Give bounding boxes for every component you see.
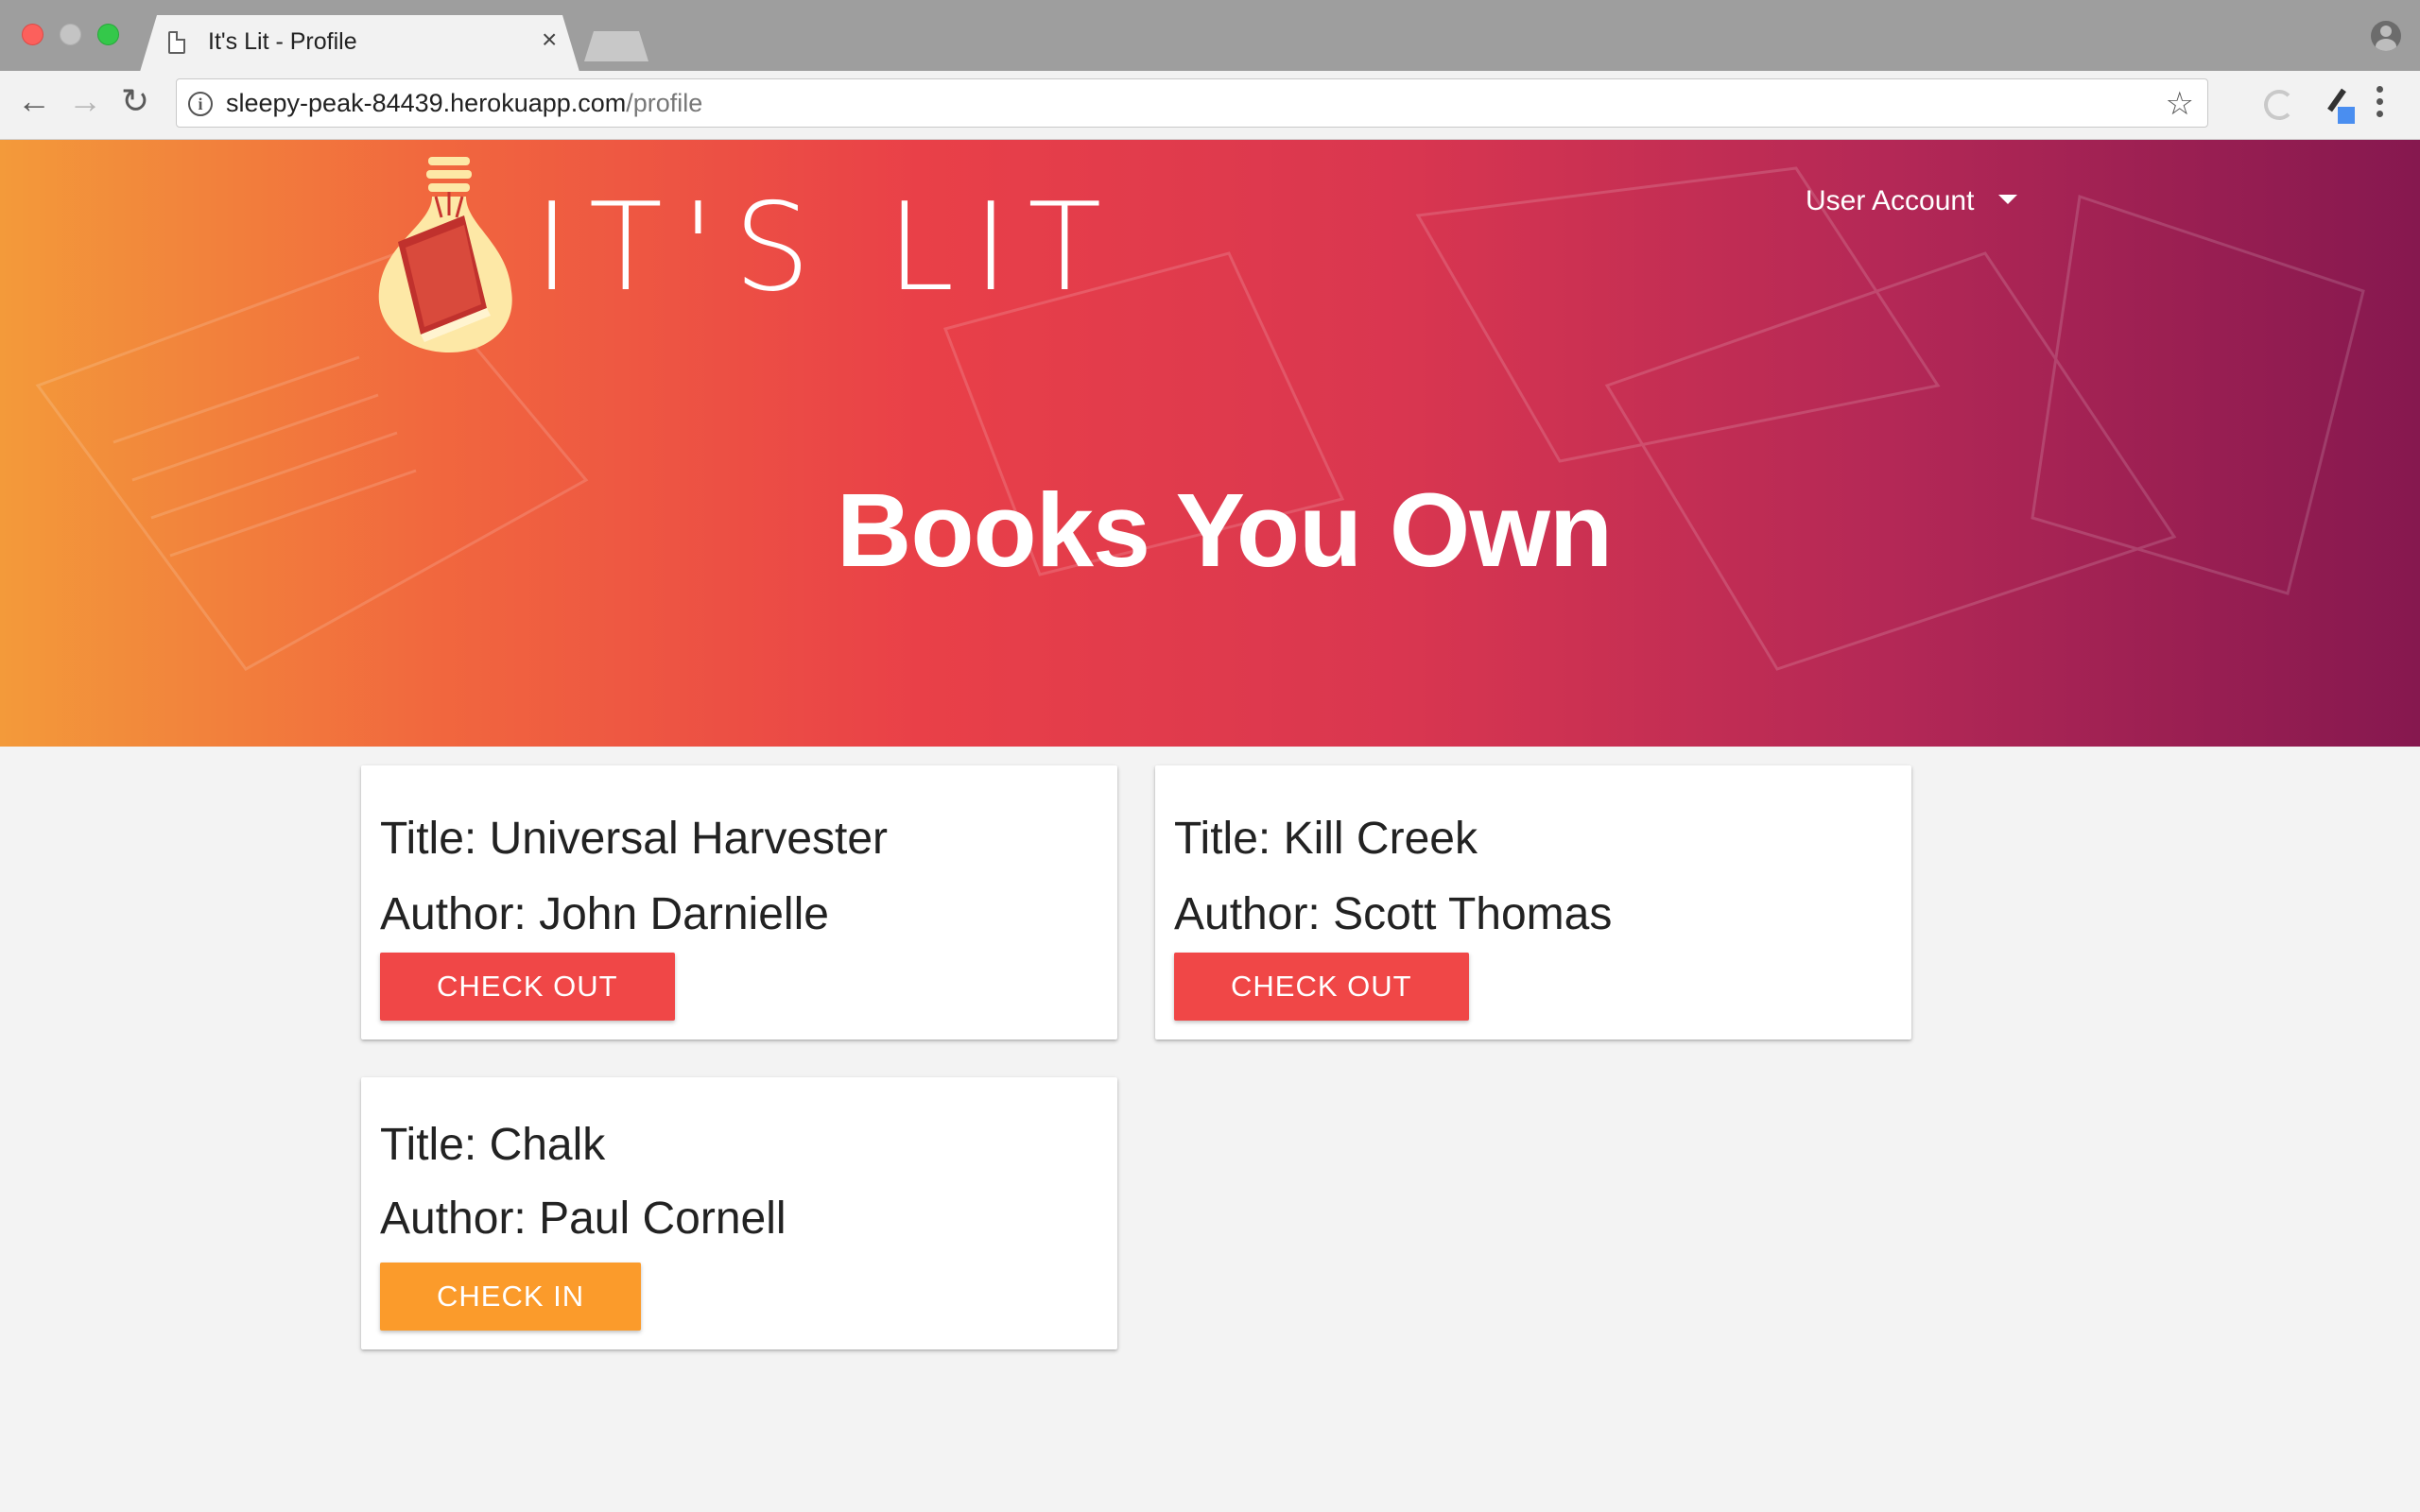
document-icon [168,31,185,54]
browser-menu-icon[interactable] [2377,86,2386,123]
check-in-button[interactable]: CHECK IN [380,1263,642,1331]
book-author: Author: John Darnielle [380,889,829,939]
book-card: Title: Chalk Author: Paul Cornell CHECK … [361,1077,1117,1349]
book-title: Title: Kill Creek [1174,814,1478,864]
url-path: /profile [626,89,703,117]
book-card: Title: Universal Harvester Author: John … [361,765,1117,1040]
logo-text: IT'S LIT [534,178,1121,318]
url-text[interactable]: sleepy-peak-84439.herokuapp.com/profile [226,89,702,118]
extension-loading-icon[interactable] [2264,90,2294,120]
url-host: sleepy-peak-84439.herokuapp.com [226,89,627,117]
eyedropper-extension-icon[interactable] [2321,88,2355,126]
hero-banner: IT'S LIT User Account Books You Own [0,140,2420,747]
minimize-window-button[interactable] [60,24,81,45]
book-title: Title: Universal Harvester [380,814,889,864]
new-tab-button[interactable] [584,31,648,61]
check-out-button[interactable]: CHECK OUT [380,953,675,1021]
browser-tab-strip: It's Lit - Profile × [0,0,2420,72]
bookmark-star-icon[interactable]: ☆ [2166,85,2194,123]
user-account-label: User Account [1806,185,1975,216]
book-title: Title: Chalk [380,1120,606,1170]
back-arrow-icon[interactable]: ← [17,82,51,120]
books-background-texture [35,166,2365,671]
close-window-button[interactable] [22,24,43,45]
browser-toolbar: ← → ↻ i sleepy-peak-84439.herokuapp.com/… [0,71,2420,140]
book-card: Title: Kill Creek Author: Scott Thomas C… [1155,765,1911,1040]
check-out-button[interactable]: CHECK OUT [1174,953,1469,1021]
book-author: Author: Scott Thomas [1174,889,1613,939]
lightbulb-book-icon [378,157,512,352]
caret-down-icon [1998,195,2018,205]
page-title: Books You Own [836,472,1613,589]
maximize-window-button[interactable] [97,24,119,45]
tab-title: It's Lit - Profile [208,28,357,55]
its-lit-logo[interactable]: IT'S LIT [373,149,1101,357]
browser-profile-icon[interactable] [2371,21,2401,51]
reload-icon[interactable]: ↻ [121,82,149,120]
user-account-dropdown[interactable]: User Account [1806,185,2018,217]
site-info-icon[interactable]: i [188,92,213,116]
forward-arrow-icon[interactable]: → [68,82,102,120]
book-author: Author: Paul Cornell [380,1194,786,1244]
browser-tab-active[interactable]: It's Lit - Profile × [140,15,579,72]
address-bar[interactable]: i sleepy-peak-84439.herokuapp.com/profil… [176,78,2208,128]
tab-close-icon[interactable]: × [542,26,557,53]
